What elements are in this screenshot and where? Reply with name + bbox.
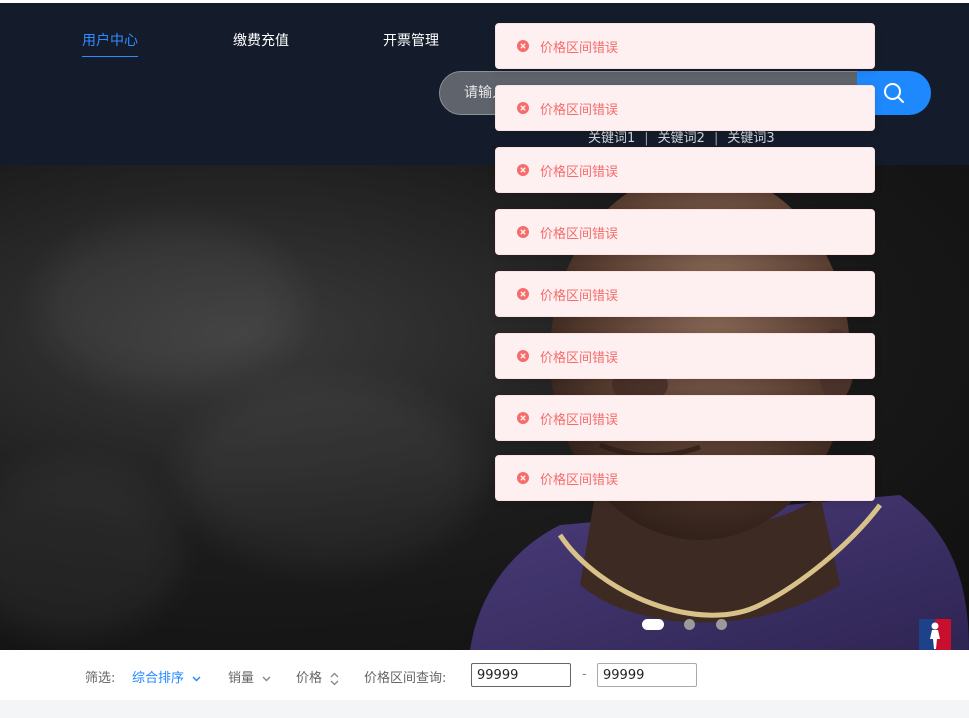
keyword-separator: |: [713, 131, 719, 146]
sort-sales-label: 销量: [228, 671, 255, 686]
sort-price-toggle[interactable]: 价格: [296, 667, 339, 686]
error-toast: 价格区间错误: [495, 395, 875, 441]
price-min-input[interactable]: [471, 663, 571, 687]
carousel-dot-3[interactable]: [716, 619, 727, 630]
sort-comprehensive-dropdown[interactable]: 综合排序: [132, 667, 201, 686]
error-toast-message: 价格区间错误: [540, 227, 619, 242]
carousel-dot-1[interactable]: [642, 619, 664, 630]
error-toast-message: 价格区间错误: [540, 165, 619, 180]
error-circle-icon: [517, 350, 529, 362]
error-toast: 价格区间错误: [495, 271, 875, 317]
keyword-3[interactable]: 关键词3: [727, 131, 774, 146]
error-toast-message: 价格区间错误: [540, 351, 619, 366]
sort-price-label: 价格: [296, 671, 323, 686]
error-circle-icon: [517, 164, 529, 176]
sort-comprehensive-label: 综合排序: [132, 671, 185, 686]
error-circle-icon: [517, 472, 529, 484]
error-toast: 价格区间错误: [495, 147, 875, 193]
error-toast: 价格区间错误: [495, 455, 875, 501]
filter-bar: 筛选: 综合排序 销量 价格 价格区间查询: -: [0, 650, 969, 700]
sort-updown-icon: [330, 672, 339, 685]
chevron-down-icon: [192, 676, 201, 681]
nav-item-payment-recharge[interactable]: 缴费充值: [233, 30, 289, 50]
sort-sales-dropdown[interactable]: 销量: [228, 667, 271, 686]
price-range-label: 价格区间查询:: [364, 671, 447, 686]
error-circle-icon: [517, 102, 529, 114]
error-toast-message: 价格区间错误: [540, 289, 619, 304]
error-toast: 价格区间错误: [495, 23, 875, 69]
error-circle-icon: [517, 412, 529, 424]
nav-item-invoice-management[interactable]: 开票管理: [383, 30, 439, 50]
error-toast-message: 价格区间错误: [540, 103, 619, 118]
error-toast-message: 价格区间错误: [540, 413, 619, 428]
error-toast-message: 价格区间错误: [540, 473, 619, 488]
nav-item-user-center[interactable]: 用户中心: [82, 30, 138, 57]
error-toast-message: 价格区间错误: [540, 41, 619, 56]
error-circle-icon: [517, 40, 529, 52]
filter-label: 筛选:: [85, 671, 116, 686]
carousel-dot-2[interactable]: [684, 619, 695, 630]
error-toast: 价格区间错误: [495, 333, 875, 379]
error-circle-icon: [517, 226, 529, 238]
error-toast: 价格区间错误: [495, 85, 875, 131]
keyword-separator: |: [644, 131, 649, 146]
search-icon: [884, 83, 904, 103]
error-circle-icon: [517, 288, 529, 300]
price-range-separator: -: [582, 667, 587, 682]
nba-logo: [919, 619, 951, 650]
keyword-2[interactable]: 关键词2: [658, 131, 705, 146]
error-toast: 价格区间错误: [495, 209, 875, 255]
chevron-down-icon: [262, 676, 271, 681]
price-max-input[interactable]: [597, 663, 697, 687]
keyword-1[interactable]: 关键词1: [588, 131, 635, 146]
